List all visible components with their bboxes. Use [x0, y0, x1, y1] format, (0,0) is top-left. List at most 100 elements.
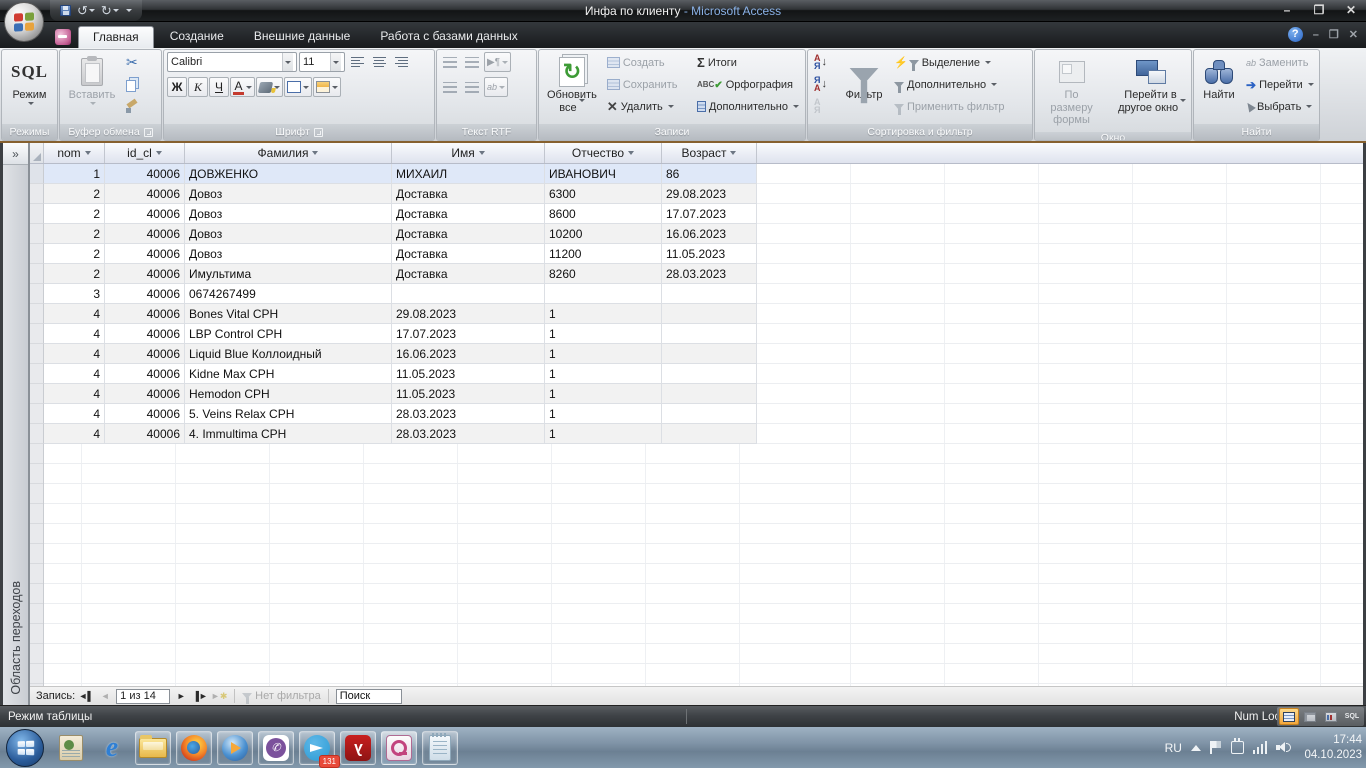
save-record-button[interactable]: Сохранить [604, 74, 692, 95]
taskbar-access-icon[interactable] [381, 731, 417, 765]
cell-Имя[interactable]: 28.03.2023 [392, 424, 545, 444]
tray-expand-icon[interactable] [1191, 745, 1201, 751]
next-record-button[interactable]: ► [173, 689, 189, 703]
pivottable-view-button[interactable] [1300, 708, 1320, 725]
cell-nom[interactable]: 4 [44, 424, 105, 444]
column-filter-caret-icon[interactable] [730, 151, 736, 155]
find-button[interactable]: Найти [1197, 52, 1241, 122]
record-position-box[interactable]: 1 из 14 [116, 689, 170, 704]
row-selector[interactable] [30, 344, 44, 364]
cell-Возраст[interactable] [662, 344, 757, 364]
font-size-caret-icon[interactable] [330, 53, 341, 71]
cell-Отчество[interactable]: 6300 [545, 184, 662, 204]
cell-Фамилия[interactable]: Имультима [185, 264, 392, 284]
increase-indent-button[interactable] [462, 52, 482, 72]
cell-Имя[interactable]: 11.05.2023 [392, 364, 545, 384]
cell-id_cl[interactable]: 40006 [105, 284, 185, 304]
tab-Создание[interactable]: Создание [156, 26, 238, 48]
size-to-fit-form-button[interactable]: По размеруформы [1038, 52, 1105, 130]
cell-Отчество[interactable]: 1 [545, 424, 662, 444]
minimize-button[interactable]: – [1278, 3, 1296, 17]
cell-Фамилия[interactable]: 5. Veins Relax CPH [185, 404, 392, 424]
cell-Отчество[interactable]: 11200 [545, 244, 662, 264]
cell-Отчество[interactable]: 1 [545, 384, 662, 404]
cell-Фамилия[interactable]: Довоз [185, 244, 392, 264]
decrease-indent-button[interactable] [440, 52, 460, 72]
taskbar-firefox-icon[interactable] [176, 731, 212, 765]
doc-minimize-button[interactable]: – [1313, 29, 1319, 41]
goto-caret-icon[interactable] [1308, 83, 1314, 86]
row-selector[interactable] [30, 284, 44, 304]
cell-id_cl[interactable]: 40006 [105, 244, 185, 264]
search-input[interactable] [336, 689, 402, 704]
row-selector[interactable] [30, 364, 44, 384]
cell-Отчество[interactable] [545, 284, 662, 304]
cell-nom[interactable]: 4 [44, 404, 105, 424]
font-color-caret-icon[interactable] [246, 86, 252, 89]
cell-Фамилия[interactable]: Kidne Max CPH [185, 364, 392, 384]
row-selector[interactable] [30, 404, 44, 424]
cell-Имя[interactable]: 16.06.2023 [392, 344, 545, 364]
row-selector[interactable] [30, 204, 44, 224]
more-records-button[interactable]: Дополнительно [694, 96, 802, 117]
cell-Отчество[interactable]: 10200 [545, 224, 662, 244]
row-selector[interactable] [30, 264, 44, 284]
bullet-list-button[interactable] [462, 77, 482, 97]
cell-Фамилия[interactable]: 4. Immultima CPH [185, 424, 392, 444]
cell-nom[interactable]: 2 [44, 184, 105, 204]
column-filter-caret-icon[interactable] [479, 151, 485, 155]
new-blank-record-button[interactable]: ►✱ [211, 689, 227, 703]
gridlines-caret-icon[interactable] [303, 86, 309, 89]
select-button[interactable]: Выбрать [1243, 96, 1315, 117]
cell-id_cl[interactable]: 40006 [105, 324, 185, 344]
column-filter-caret-icon[interactable] [85, 151, 91, 155]
cell-Отчество[interactable]: 8600 [545, 204, 662, 224]
italic-button[interactable]: К [188, 77, 208, 97]
font-name-combo[interactable]: Calibri [167, 52, 297, 72]
cell-nom[interactable]: 4 [44, 384, 105, 404]
cell-nom[interactable]: 1 [44, 164, 105, 184]
last-record-button[interactable]: ▐► [192, 689, 208, 703]
cell-Фамилия[interactable]: Liquid Blue Коллоидный [185, 344, 392, 364]
underline-button[interactable]: Ч [209, 77, 229, 97]
alternate-fill-button[interactable] [313, 77, 341, 97]
cell-Возраст[interactable] [662, 424, 757, 444]
cell-Отчество[interactable]: 1 [545, 404, 662, 424]
tab-Главная[interactable]: Главная [78, 26, 154, 48]
align-center-button[interactable] [369, 52, 389, 72]
restore-button[interactable]: ❐ [1310, 3, 1328, 17]
align-right-button[interactable] [391, 52, 411, 72]
cell-Возраст[interactable] [662, 284, 757, 304]
cut-button[interactable]: ✂ [123, 52, 141, 73]
usb-device-icon[interactable] [1231, 741, 1244, 754]
cell-Имя[interactable]: Доставка [392, 244, 545, 264]
cell-Имя[interactable]: 17.07.2023 [392, 324, 545, 344]
column-header-id_cl[interactable]: id_cl [105, 143, 185, 163]
first-record-button[interactable]: ◄▌ [78, 689, 94, 703]
cell-Фамилия[interactable]: Довоз [185, 224, 392, 244]
cell-Возраст[interactable] [662, 324, 757, 344]
cell-Возраст[interactable]: 16.06.2023 [662, 224, 757, 244]
column-header-Отчество[interactable]: Отчество [545, 143, 662, 163]
language-indicator[interactable]: RU [1165, 741, 1182, 755]
row-selector[interactable] [30, 304, 44, 324]
nav-pane-expand-button[interactable]: » [3, 143, 28, 165]
action-center-flag-icon[interactable] [1210, 741, 1222, 754]
cell-Возраст[interactable]: 11.05.2023 [662, 244, 757, 264]
cell-id_cl[interactable]: 40006 [105, 344, 185, 364]
taskbar-acrobat-icon[interactable]: λ [340, 731, 376, 765]
cell-Фамилия[interactable]: Довоз [185, 204, 392, 224]
advanced-filter-button[interactable]: Дополнительно [891, 74, 1019, 95]
totals-button[interactable]: ΣИтоги [694, 52, 802, 73]
switch-windows-button[interactable]: Перейти в другое окно [1113, 52, 1188, 130]
filter-button[interactable]: Фильтр [839, 52, 889, 122]
copy-button[interactable] [123, 74, 141, 95]
pivotchart-view-button[interactable] [1321, 708, 1341, 725]
sort-descending-button[interactable]: ЯА↓ [811, 74, 837, 95]
select-caret-icon[interactable] [1306, 105, 1312, 108]
nav-pane-title[interactable]: Область переходов [3, 165, 28, 705]
cell-id_cl[interactable]: 40006 [105, 424, 185, 444]
delete-caret-icon[interactable] [668, 105, 674, 108]
new-record-button[interactable]: Создать [604, 52, 692, 73]
cell-Имя[interactable]: Доставка [392, 224, 545, 244]
